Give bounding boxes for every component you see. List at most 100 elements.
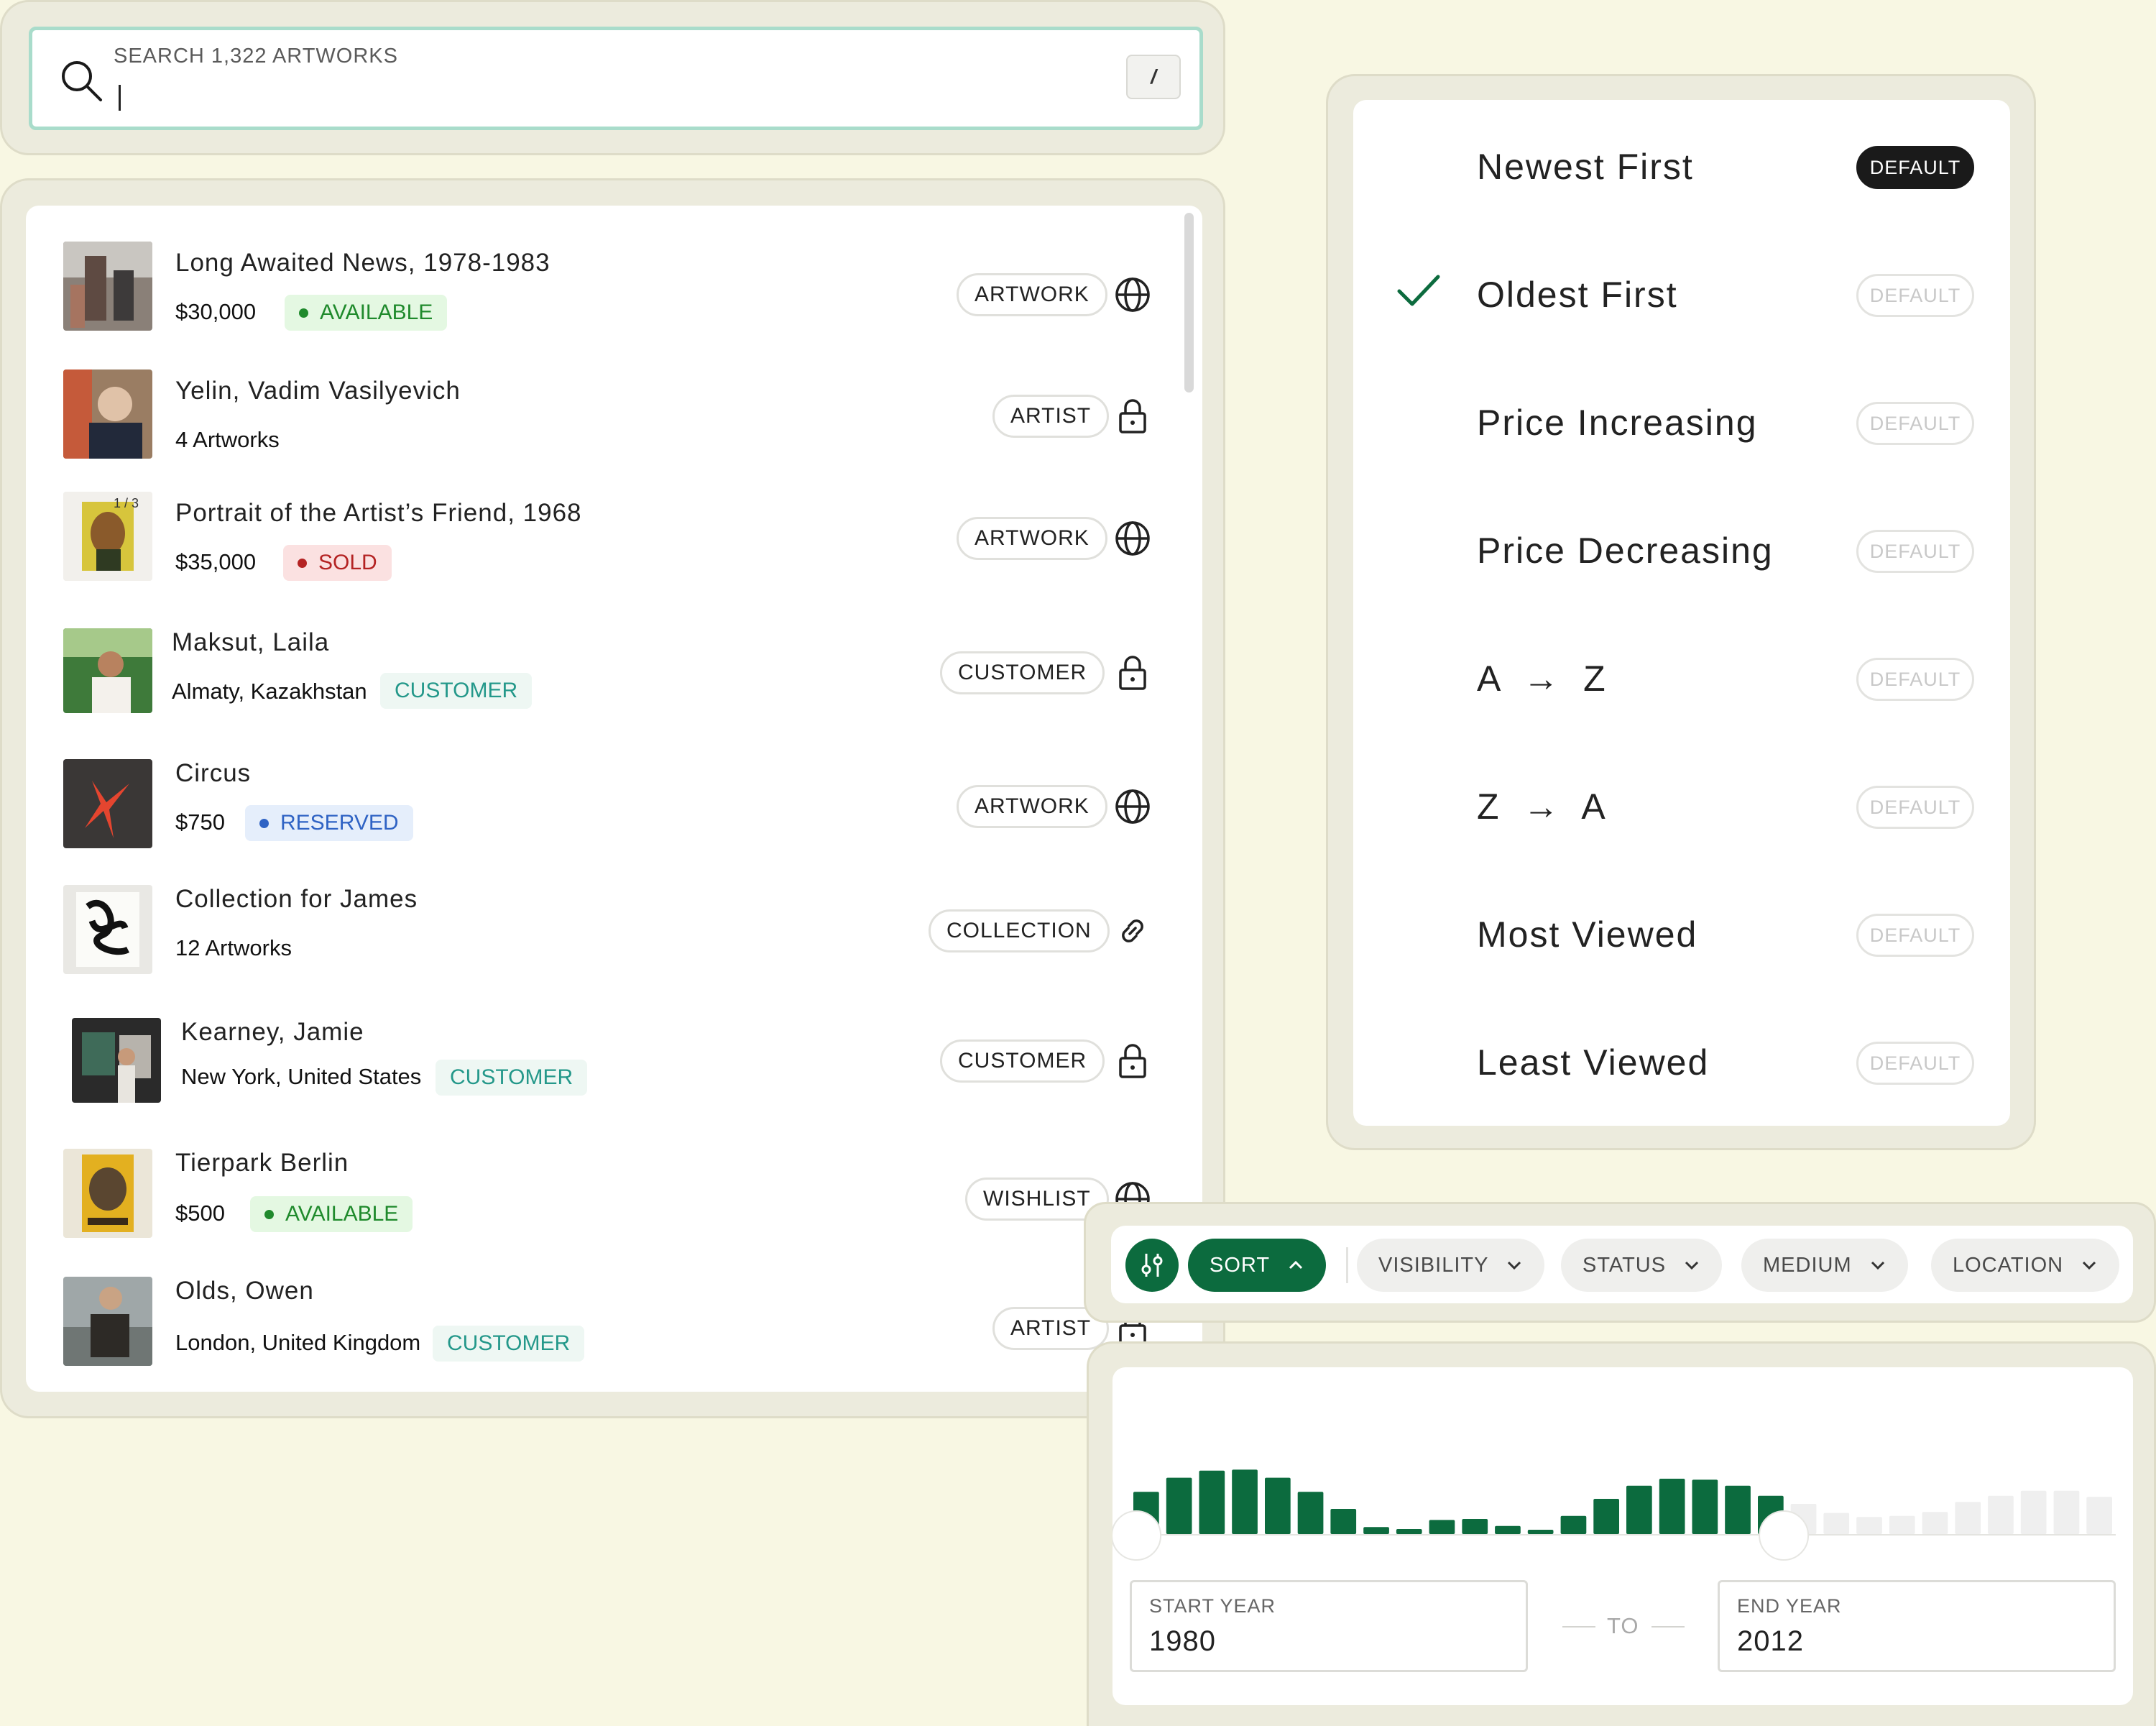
list-item[interactable]: Long Awaited News, 1978-1983 $30,000 AVA… — [26, 242, 1176, 364]
status-badge: SOLD — [283, 545, 392, 581]
customer-tag: CUSTOMER — [380, 673, 533, 709]
end-year-value[interactable]: 2012 — [1737, 1625, 1804, 1658]
search-panel: SEARCH 1,322 ARTWORKS / — [0, 0, 1225, 155]
start-year-value[interactable]: 1980 — [1149, 1625, 1216, 1658]
result-title[interactable]: Long Awaited News, 1978-1983 — [175, 249, 550, 277]
default-pill[interactable]: DEFAULT — [1856, 274, 1974, 317]
result-title[interactable]: Tierpark Berlin — [175, 1149, 349, 1178]
sort-option-most-viewed[interactable]: Most Viewed DEFAULT — [1353, 868, 2010, 996]
location-dropdown[interactable]: LOCATION — [1931, 1239, 2120, 1292]
medium-dropdown[interactable]: MEDIUM — [1741, 1239, 1908, 1292]
start-year-field[interactable]: START YEAR 1980 — [1130, 1580, 1528, 1672]
range-separator-label: TO — [1607, 1613, 1639, 1638]
list-item[interactable]: Olds, Owen London, United Kingdom CUSTOM… — [26, 1277, 1176, 1392]
sort-option-label: Price Increasing — [1477, 403, 1758, 443]
result-price: $500 — [175, 1201, 225, 1226]
sort-option-oldest-first[interactable]: Oldest First DEFAULT — [1353, 228, 2010, 356]
search-input[interactable] — [114, 76, 1105, 114]
histogram-bar — [1265, 1477, 1291, 1534]
result-title[interactable]: Circus — [175, 759, 251, 788]
end-year-field[interactable]: END YEAR 2012 — [1718, 1580, 2116, 1672]
histogram-bar — [1330, 1509, 1357, 1534]
sort-option-z-to-a[interactable]: Z → A DEFAULT — [1353, 740, 2010, 868]
result-subtitle: 4 Artworks — [175, 427, 280, 452]
image-count: 1 / 3 — [114, 496, 139, 510]
lock-icon[interactable] — [1114, 1042, 1151, 1080]
histogram-bar — [1922, 1512, 1948, 1534]
result-subtitle: Almaty, Kazakhstan — [172, 679, 367, 704]
globe-icon[interactable] — [1114, 520, 1151, 557]
artwork-thumbnail: 1 / 3 — [63, 492, 152, 581]
result-title[interactable]: Olds, Owen — [175, 1277, 314, 1305]
status-dropdown[interactable]: STATUS — [1561, 1239, 1723, 1292]
result-title[interactable]: Yelin, Vadim Vasilyevich — [175, 377, 461, 405]
histogram-bar — [1889, 1515, 1915, 1534]
list-item[interactable]: Circus $750 RESERVED ARTWORK — [26, 759, 1176, 881]
sort-dropdown[interactable]: SORT — [1188, 1239, 1327, 1292]
type-chip: COLLECTION — [929, 909, 1110, 952]
divider — [1346, 1247, 1348, 1283]
sort-menu-panel: Newest First DEFAULT Oldest First DEFAUL… — [1326, 74, 2036, 1150]
result-title[interactable]: Maksut, Laila — [172, 628, 329, 657]
sort-option-price-increasing[interactable]: Price Increasing DEFAULT — [1353, 356, 2010, 484]
range-start-handle[interactable] — [1112, 1510, 1162, 1561]
sliders-icon — [1141, 1254, 1163, 1277]
artist-thumbnail — [63, 1277, 152, 1366]
sort-option-a-to-z[interactable]: A → Z DEFAULT — [1353, 612, 2010, 740]
default-pill[interactable]: DEFAULT — [1856, 914, 1974, 957]
histogram-bar — [1166, 1477, 1192, 1534]
list-item[interactable]: Maksut, Laila Almaty, Kazakhstan CUSTOME… — [26, 628, 1176, 750]
list-item[interactable]: Kearney, Jamie New York, United States C… — [26, 1018, 1176, 1140]
filter-bar-panel: SORT VISIBILITY STATUS MEDIUM LOCATION — [1084, 1202, 2156, 1323]
default-pill[interactable]: DEFAULT — [1856, 1042, 1974, 1085]
medium-label: MEDIUM — [1763, 1253, 1852, 1277]
keyboard-shortcut-hint: / — [1126, 55, 1181, 99]
type-chip: CUSTOMER — [940, 1039, 1105, 1083]
globe-icon[interactable] — [1114, 788, 1151, 825]
artwork-thumbnail — [63, 242, 152, 331]
result-title[interactable]: Kearney, Jamie — [181, 1018, 364, 1047]
range-end-handle[interactable] — [1759, 1510, 1810, 1561]
result-price: $35,000 — [175, 549, 257, 574]
sort-option-label: Z → A — [1477, 786, 1607, 827]
lock-icon[interactable] — [1114, 654, 1151, 692]
sort-option-label: Oldest First — [1477, 275, 1678, 315]
histogram-bar — [1462, 1519, 1488, 1534]
customer-thumbnail — [63, 628, 152, 713]
lock-icon[interactable] — [1114, 398, 1151, 435]
chevron-down-icon — [1685, 1261, 1699, 1270]
default-pill[interactable]: DEFAULT — [1856, 786, 1974, 829]
result-title[interactable]: Collection for James — [175, 885, 418, 914]
year-histogram[interactable] — [1112, 1367, 2133, 1561]
list-item[interactable]: 1 / 3 Portrait of the Artist’s Friend, 1… — [26, 492, 1176, 614]
results-list[interactable]: Long Awaited News, 1978-1983 $30,000 AVA… — [26, 206, 1202, 1392]
link-icon[interactable] — [1114, 912, 1151, 950]
result-subtitle: London, United Kingdom — [175, 1330, 421, 1355]
customer-tag: CUSTOMER — [436, 1060, 588, 1096]
list-item[interactable]: Yelin, Vadim Vasilyevich 4 Artworks ARTI… — [26, 369, 1176, 492]
histogram-bar — [1856, 1517, 1882, 1534]
sort-option-price-decreasing[interactable]: Price Decreasing DEFAULT — [1353, 484, 2010, 612]
default-pill[interactable]: DEFAULT — [1856, 402, 1974, 445]
sort-option-least-viewed[interactable]: Least Viewed DEFAULT — [1353, 996, 2010, 1124]
chevron-down-icon — [1508, 1261, 1521, 1270]
default-pill[interactable]: DEFAULT — [1856, 658, 1974, 701]
list-item[interactable]: Tierpark Berlin $500 AVAILABLE WISHLIST — [26, 1149, 1176, 1271]
result-title[interactable]: Portrait of the Artist’s Friend, 1968 — [175, 499, 582, 528]
default-pill[interactable]: DEFAULT — [1856, 146, 1974, 189]
text-caret — [119, 85, 121, 111]
list-item[interactable]: Collection for James 12 Artworks COLLECT… — [26, 885, 1176, 1007]
range-separator: TO — [1562, 1610, 1685, 1642]
year-range-filter: START YEAR 1980 TO END YEAR 2012 — [1112, 1367, 2133, 1705]
globe-icon[interactable] — [1114, 276, 1151, 313]
end-year-label: END YEAR — [1737, 1595, 1842, 1617]
histogram-bar — [1692, 1479, 1718, 1534]
scrollbar-thumb[interactable] — [1184, 213, 1194, 393]
filter-toggle-button[interactable] — [1125, 1239, 1179, 1292]
visibility-dropdown[interactable]: VISIBILITY — [1357, 1239, 1545, 1292]
search-box[interactable]: SEARCH 1,322 ARTWORKS / — [29, 27, 1203, 130]
histogram-bar — [1725, 1485, 1751, 1534]
sort-option-newest-first[interactable]: Newest First DEFAULT — [1353, 100, 2010, 228]
histogram-bar — [1823, 1512, 1850, 1534]
default-pill[interactable]: DEFAULT — [1856, 530, 1974, 573]
